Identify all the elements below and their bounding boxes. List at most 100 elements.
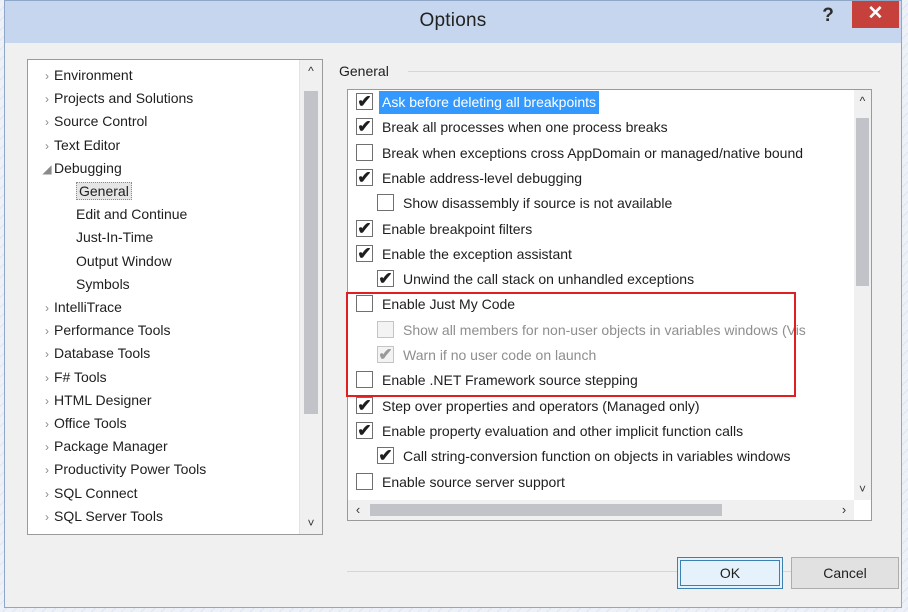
collapsed-arrow-icon[interactable]: › (40, 297, 54, 319)
collapsed-arrow-icon[interactable]: › (40, 436, 54, 458)
tree-item[interactable]: Edit and Continue (76, 203, 187, 225)
tree-item[interactable]: › SQL Server Tools (40, 505, 163, 527)
option-row[interactable]: ✔ Unwind the call stack on unhandled exce… (348, 267, 868, 292)
option-checkbox[interactable] (356, 143, 373, 161)
title-bar[interactable]: Options ? ✕ (5, 1, 901, 43)
options-vertical-scrollbar[interactable]: ^ ˅ (854, 90, 871, 500)
checkmark-icon: ✔ (378, 446, 393, 466)
scroll-down-arrow-icon[interactable]: ˅ (854, 478, 871, 500)
tree-vertical-scrollbar[interactable]: ^ ˅ (299, 60, 322, 534)
scroll-left-arrow-icon[interactable]: ‹ (348, 500, 368, 520)
option-checkbox[interactable] (356, 472, 373, 490)
option-row[interactable]: Enable Just My Code (348, 292, 868, 317)
collapsed-arrow-icon[interactable]: › (40, 390, 54, 412)
close-button[interactable]: ✕ (852, 1, 899, 28)
collapsed-arrow-icon[interactable]: › (40, 459, 54, 481)
tree-scroll-thumb[interactable] (304, 91, 318, 414)
option-checkbox[interactable] (356, 295, 373, 313)
tree-item[interactable]: › HTML Designer (40, 389, 152, 411)
option-row[interactable]: ✔ Break all processes when one process br… (348, 115, 868, 140)
option-checkbox[interactable]: ✔ (377, 446, 394, 466)
tree-item[interactable]: › Productivity Power Tools (40, 458, 206, 480)
tree-item-label: Symbols (76, 275, 130, 292)
collapsed-arrow-icon[interactable]: › (40, 343, 54, 365)
collapsed-arrow-icon[interactable]: › (40, 483, 54, 505)
ok-button[interactable]: OK (677, 557, 783, 589)
tree-item-label: F# Tools (54, 368, 107, 385)
checkmark-icon: ✔ (378, 269, 393, 289)
option-checkbox[interactable]: ✔ (356, 118, 373, 136)
option-row[interactable]: ✔ Enable address-level debugging (348, 166, 868, 191)
option-row[interactable]: ✔ Enable breakpoint filters (348, 217, 868, 242)
option-row[interactable]: ✔ Ask before deleting all breakpoints (348, 90, 868, 115)
option-row[interactable]: ✔ Enable property evaluation and other im… (348, 419, 868, 444)
collapsed-arrow-icon[interactable]: › (40, 531, 54, 534)
tree-item[interactable]: › Office Tools (40, 412, 127, 434)
tree-item-label: Database Tools (54, 345, 151, 362)
options-scroll-thumb[interactable] (856, 118, 869, 286)
cancel-button[interactable]: Cancel (791, 557, 899, 589)
tree-item[interactable]: › Performance Tools (40, 319, 170, 341)
tree-item[interactable]: › Database Tools (40, 342, 150, 364)
tree-item[interactable]: › Package Manager (40, 435, 168, 457)
collapsed-arrow-icon[interactable]: › (40, 367, 54, 389)
option-checkbox[interactable] (356, 371, 373, 389)
scroll-up-arrow-icon[interactable]: ^ (300, 60, 322, 82)
group-divider (408, 71, 880, 72)
option-checkbox[interactable] (377, 320, 394, 338)
general-options-list[interactable]: Enable source server support ✔ Call string… (347, 89, 872, 521)
scroll-right-arrow-icon[interactable]: › (834, 500, 854, 520)
expanded-arrow-icon[interactable]: ◢ (40, 158, 54, 180)
tree-item[interactable]: › F# Tools (40, 366, 107, 388)
options-horizontal-scrollbar[interactable]: ‹ › (348, 500, 854, 520)
option-row[interactable]: Enable source server support (348, 470, 868, 495)
scroll-up-arrow-icon[interactable]: ^ (854, 90, 871, 112)
checkmark-icon: ✔ (357, 218, 372, 238)
option-checkbox[interactable]: ✔ (356, 168, 373, 186)
option-checkbox[interactable]: ✔ (356, 421, 373, 439)
option-row[interactable]: ✔ Warn if no user code on launch (348, 343, 868, 368)
tree-item[interactable]: › Projects and Solutions (40, 87, 193, 109)
scroll-down-arrow-icon[interactable]: ˅ (300, 512, 322, 534)
option-checkbox[interactable]: ✔ (356, 396, 373, 414)
tree-item[interactable]: ◢ Debugging (40, 157, 121, 180)
option-checkbox[interactable]: ✔ (377, 346, 394, 363)
collapsed-arrow-icon[interactable]: › (40, 111, 54, 133)
collapsed-arrow-icon[interactable]: › (40, 320, 54, 342)
option-checkbox[interactable]: ✔ (356, 244, 373, 262)
option-label: Show all members for non-user objects in… (403, 321, 806, 338)
help-button[interactable]: ? (811, 4, 845, 28)
options-hscroll-thumb[interactable] (370, 504, 722, 516)
option-row[interactable]: ✔ Step over properties and operators (Man… (348, 394, 868, 419)
tree-item[interactable]: Symbols (76, 273, 130, 295)
option-checkbox[interactable]: ✔ (356, 218, 373, 238)
collapsed-arrow-icon[interactable]: › (40, 506, 54, 528)
option-checkbox[interactable]: ✔ (377, 269, 394, 289)
collapsed-arrow-icon[interactable]: › (40, 135, 54, 157)
tree-item-label: Productivity Power Tools (54, 461, 207, 478)
tree-item[interactable]: › Environment (40, 64, 133, 86)
tree-item[interactable]: › Source Control (40, 110, 147, 132)
collapsed-arrow-icon[interactable]: › (40, 88, 54, 110)
tree-item[interactable]: General (76, 180, 132, 202)
tree-item[interactable]: ›TextDriver Nat (40, 530, 143, 534)
tree-item[interactable]: › SQL Connect (40, 482, 138, 504)
option-checkbox[interactable] (377, 194, 394, 212)
tree-item[interactable]: Just-In-Time (76, 226, 153, 248)
collapsed-arrow-icon[interactable]: › (40, 65, 54, 87)
option-row[interactable]: ✔ Enable the exception assistant (348, 242, 868, 267)
collapsed-arrow-icon[interactable]: › (40, 413, 54, 435)
tree-item[interactable]: › IntelliTrace (40, 296, 122, 318)
option-label: Show disassembly if source is not availa… (403, 195, 673, 212)
tree-item-label: Performance Tools (54, 322, 171, 339)
tree-item-label: IntelliTrace (54, 299, 122, 315)
tree-item[interactable]: › Text Editor (40, 134, 120, 156)
option-row[interactable]: Break when exceptions cross AppDomain or… (348, 141, 868, 166)
tree-item[interactable]: Output Window (76, 250, 172, 272)
options-category-tree[interactable]: ^ ˅ › Environment › Projects and Solutions ›… (27, 59, 323, 535)
option-row[interactable]: Show all members for non-user objects in… (348, 318, 868, 343)
option-row[interactable]: Enable .NET Framework source stepping (348, 368, 868, 393)
option-row[interactable]: Show disassembly if source is not availa… (348, 191, 868, 216)
option-row[interactable]: ✔ Call string-conversion function on obje… (348, 444, 868, 469)
option-checkbox[interactable]: ✔ (356, 93, 373, 110)
